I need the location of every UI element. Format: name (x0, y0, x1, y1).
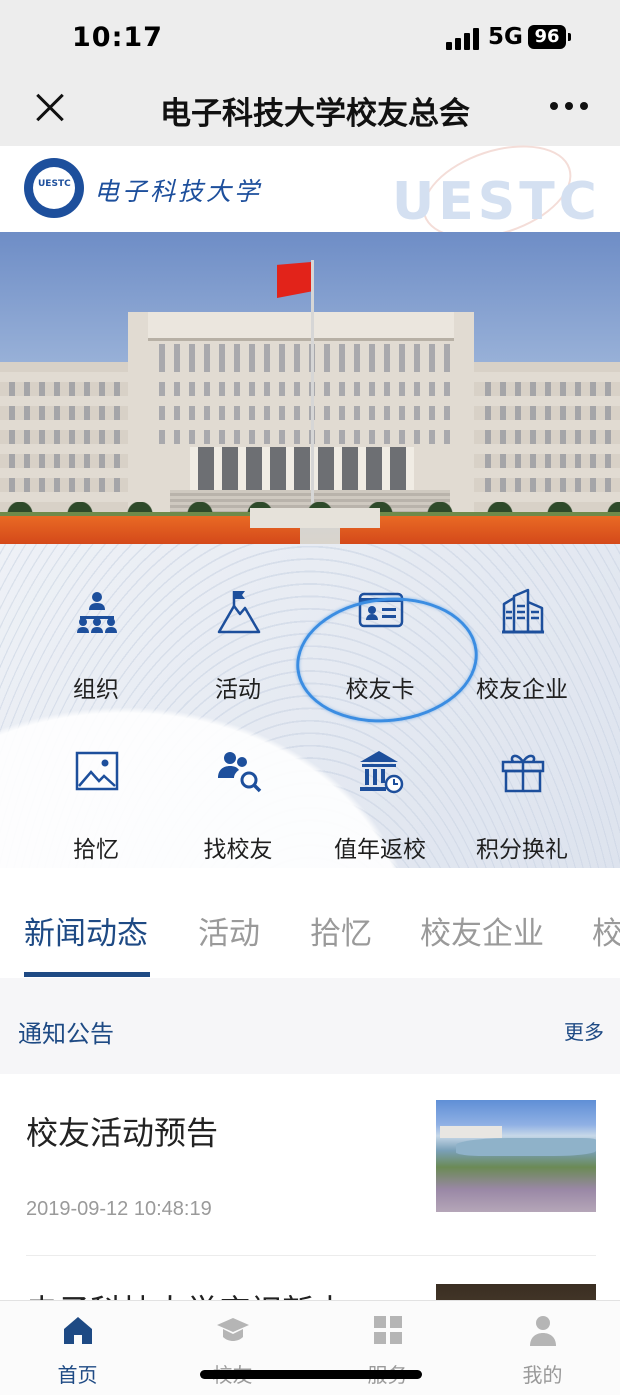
menu-item-label: 积分换礼 (476, 837, 568, 863)
status-bar: 10:17 5G 96 (0, 0, 620, 72)
org-chart-icon (74, 588, 120, 634)
menu-item-memories[interactable]: 拾忆 (26, 748, 166, 868)
grid-icon (371, 1313, 405, 1347)
menu-item-reunion[interactable]: 值年返校 (310, 748, 450, 868)
user-icon (526, 1313, 560, 1347)
home-icon (61, 1313, 95, 1347)
news-title: 电子科技大学庆祝新中 (26, 1286, 346, 1300)
news-item[interactable]: 校友活动预告 2019-09-12 10:48:19 (0, 1074, 620, 1255)
uestc-watermark-text: UESTC (392, 172, 601, 232)
bottom-tab-bar: 首页 校友 服务 我的 (0, 1300, 620, 1395)
menu-item-points-gift[interactable]: 积分换礼 (452, 748, 592, 868)
tab-enterprise[interactable]: 校友企业 (420, 908, 544, 953)
menu-item-org[interactable]: 组织 (26, 588, 166, 738)
status-time: 10:17 (72, 22, 163, 53)
flag-icon (277, 262, 311, 298)
news-title: 校友活动预告 (26, 1114, 219, 1152)
university-name-logo: 电子科技大学 (94, 177, 263, 206)
bottom-tab-label: 我的 (522, 1363, 563, 1387)
battery-icon: 96 (528, 25, 571, 49)
tab-memories[interactable]: 拾忆 (310, 908, 372, 953)
notice-title: 通知公告 (18, 1020, 114, 1048)
graduation-cap-icon (216, 1313, 250, 1347)
signal-icon (446, 28, 480, 50)
menu-item-activity[interactable]: 活动 (168, 588, 308, 738)
people-search-icon (216, 748, 262, 794)
nav-bar: 电子科技大学校友总会 (0, 72, 620, 146)
network-type: 5G (488, 24, 523, 50)
mountain-flag-icon (216, 588, 262, 634)
bottom-tab-service[interactable]: 服务 (310, 1301, 465, 1395)
category-tabs: 新闻动态 活动 拾忆 校友企业 校 (0, 878, 620, 979)
university-seal-logo: UESTC (24, 158, 84, 218)
news-thumbnail (436, 1284, 596, 1300)
close-icon[interactable] (30, 88, 70, 128)
news-item[interactable]: 电子科技大学庆祝新中 (0, 1256, 620, 1300)
menu-item-label: 活动 (215, 677, 261, 703)
picture-icon (74, 748, 120, 794)
news-thumbnail (436, 1100, 596, 1212)
menu-item-label: 组织 (73, 677, 119, 703)
bottom-tab-home[interactable]: 首页 (0, 1301, 155, 1395)
tab-news[interactable]: 新闻动态 (24, 908, 148, 953)
page-title: 电子科技大学校友总会 (160, 96, 470, 132)
hero-campus-photo (0, 232, 620, 544)
home-indicator (200, 1370, 422, 1379)
school-clock-icon (358, 748, 404, 794)
more-link[interactable]: 更多 (564, 1016, 604, 1045)
bottom-tab-mine[interactable]: 我的 (465, 1301, 620, 1395)
tab-activity[interactable]: 活动 (198, 908, 260, 953)
news-date: 2019-09-12 10:48:19 (26, 1198, 212, 1220)
bottom-tab-label: 首页 (57, 1363, 98, 1387)
menu-item-label: 拾忆 (73, 837, 119, 863)
seal-text: UESTC (38, 179, 71, 189)
menu-item-find-alumni[interactable]: 找校友 (168, 748, 308, 868)
more-options-icon[interactable] (550, 102, 590, 112)
building-icon (500, 588, 546, 634)
gift-icon (500, 748, 546, 794)
tab-more-partial[interactable]: 校 (592, 908, 620, 953)
active-tab-indicator (24, 972, 150, 977)
bottom-tab-alumni[interactable]: 校友 (155, 1301, 310, 1395)
uestc-watermark: UESTC (392, 172, 601, 232)
menu-item-label: 值年返校 (334, 837, 426, 863)
quick-menu-panel: 组织 活动 校友卡 校友企业 拾忆 找校友 值年返校 积分换礼 (0, 544, 620, 868)
menu-item-label: 找校友 (203, 837, 273, 863)
